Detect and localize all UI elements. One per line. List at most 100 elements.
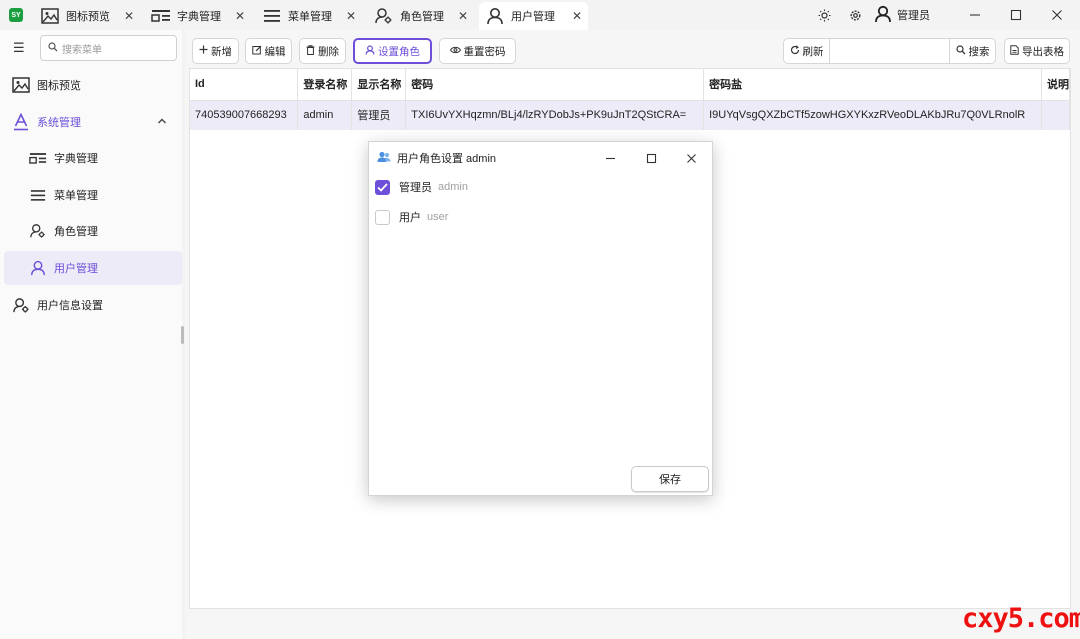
search-button-label: 搜索 (968, 45, 990, 58)
reset-password-button[interactable]: 重置密码 (439, 38, 516, 64)
tab-dictionary[interactable]: 字典管理 ✕ (145, 2, 251, 30)
sidebar-item-user-settings[interactable]: 用户信息设置 (0, 288, 182, 322)
delete-button-label: 删除 (318, 45, 339, 58)
close-icon[interactable]: ✕ (124, 9, 134, 23)
set-role-button[interactable]: 设置角色 (353, 38, 432, 64)
hamburger-icon[interactable]: ☰ (13, 40, 25, 56)
tab-label: 用户管理 (511, 11, 555, 23)
tab-label: 图标预览 (66, 11, 110, 23)
role-code: admin (438, 181, 468, 193)
close-icon[interactable]: ✕ (235, 9, 245, 23)
sidebar-resize-handle[interactable] (181, 326, 184, 344)
checkbox-unchecked[interactable] (375, 209, 390, 225)
user-icon (485, 7, 505, 25)
tab-icon-preview[interactable]: 图标预览 ✕ (34, 2, 140, 30)
image-icon (11, 76, 31, 94)
current-user[interactable]: 管理员 (874, 4, 930, 26)
menu-icon (28, 186, 48, 204)
dialog-close-button[interactable] (679, 148, 703, 168)
dialog-minimize-button[interactable] (598, 148, 622, 168)
sidebar-item-role[interactable]: 角色管理 (0, 214, 182, 248)
role-option-admin[interactable]: 管理员 admin (375, 179, 468, 195)
reset-password-button-label: 重置密码 (463, 45, 506, 58)
refresh-icon (790, 44, 800, 58)
tab-user[interactable]: 用户管理 ✕ (479, 2, 588, 30)
sidebar-item-label: 字典管理 (54, 153, 98, 165)
cell-id: 740539007668293 (190, 100, 299, 130)
sidebar-item-label: 系统管理 (37, 117, 81, 129)
tab-role[interactable]: 角色管理 ✕ (368, 2, 474, 30)
sidebar-item-dictionary[interactable]: 字典管理 (0, 141, 182, 175)
tab-menu[interactable]: 菜单管理 ✕ (256, 2, 362, 30)
sidebar-item-user[interactable]: 用户管理 (4, 251, 182, 285)
dialog-maximize-button[interactable] (639, 148, 663, 168)
plus-icon (199, 45, 208, 57)
export-icon (1010, 44, 1019, 58)
image-icon (40, 7, 60, 25)
search-input[interactable] (829, 38, 950, 64)
column-header-password[interactable]: 密码 (405, 69, 705, 101)
table-row[interactable]: 740539007668293 admin 管理员 TXI6UvYXHqzmn/… (190, 100, 1071, 130)
sidebar-item-menu[interactable]: 菜单管理 (0, 178, 182, 212)
sidebar-item-label: 图标预览 (37, 80, 81, 92)
table-header-row: Id 登录名称 显示名称 密码 密码盐 说明 (190, 69, 1071, 101)
column-header-login-name[interactable]: 登录名称 (297, 69, 353, 101)
role-option-user[interactable]: 用户 user (375, 209, 448, 225)
add-button-label: 新增 (211, 45, 232, 58)
window-close-button[interactable] (1042, 4, 1072, 26)
maximize-button[interactable] (1001, 4, 1031, 26)
user-avatar-icon (874, 5, 892, 26)
set-role-button-label: 设置角色 (378, 45, 420, 58)
user-icon (28, 259, 48, 277)
close-icon[interactable]: ✕ (458, 9, 468, 23)
save-button[interactable]: 保存 (631, 466, 709, 492)
gear-icon[interactable] (840, 4, 870, 26)
watermark: cxy5.com (962, 603, 1080, 634)
menu-icon (262, 7, 282, 25)
export-button[interactable]: 导出表格 (1004, 38, 1070, 64)
dialog-title-bar: 用户角色设置 admin (377, 150, 496, 166)
add-button[interactable]: 新增 (192, 38, 239, 64)
search-icon (955, 44, 966, 58)
column-header-display-name[interactable]: 显示名称 (351, 69, 407, 101)
close-icon[interactable]: ✕ (572, 9, 582, 23)
dictionary-icon (28, 149, 48, 167)
font-a-icon (11, 113, 31, 131)
title-bar: SY 图标预览 ✕ 字典管理 ✕ 菜单管理 ✕ 角色管理 ✕ 用户管理 ✕ 管理… (0, 0, 1080, 30)
sidebar-group-system[interactable]: 系统管理 (0, 105, 182, 139)
edit-icon (251, 45, 262, 58)
column-header-id[interactable]: Id (190, 69, 299, 101)
role-name: 用户 (399, 212, 421, 224)
tab-label: 角色管理 (400, 11, 444, 23)
user-name: 管理员 (897, 10, 930, 22)
minimize-button[interactable] (960, 4, 990, 26)
refresh-button[interactable]: 刷新 (783, 38, 830, 64)
search-button[interactable]: 搜索 (949, 38, 996, 64)
role-icon (28, 222, 48, 240)
dialog-title: 用户角色设置 admin (397, 153, 497, 165)
sidebar: ☰ 搜索菜单 图标预览 系统管理 字典管理 菜单管理 角色管理 用户管理 用户信… (0, 30, 182, 639)
cell-password: TXI6UvYXHqzmn/BLj4/lzRYDobJs+PK9uJnT2QSt… (405, 100, 705, 130)
role-code: user (427, 211, 449, 223)
cell-remark (1041, 100, 1071, 130)
sidebar-item-icon-preview[interactable]: 图标预览 (0, 68, 182, 102)
close-icon[interactable]: ✕ (346, 9, 356, 23)
user-role-dialog: 用户角色设置 admin 管理员 admin 用户 user 保存 (368, 141, 713, 496)
edit-button[interactable]: 编辑 (245, 38, 292, 64)
trash-icon (306, 44, 315, 58)
search-icon (48, 41, 58, 55)
role-name: 管理员 (399, 182, 432, 194)
menu-search-input[interactable]: 搜索菜单 (40, 35, 177, 61)
column-header-password-salt[interactable]: 密码盐 (703, 69, 1042, 101)
sidebar-item-label: 用户信息设置 (37, 300, 103, 312)
checkbox-checked[interactable] (375, 179, 390, 195)
delete-button[interactable]: 删除 (299, 38, 346, 64)
column-header-remark[interactable]: 说明 (1041, 69, 1071, 101)
sidebar-item-label: 用户管理 (54, 263, 98, 275)
dictionary-icon (151, 7, 171, 25)
users-icon (377, 151, 391, 166)
chevron-up-icon (157, 116, 167, 128)
cell-password-salt: I9UYqVsgQXZbCTf5zowHGXYKxzRVeoDLAKbJRu7Q… (703, 100, 1042, 130)
refresh-button-label: 刷新 (802, 45, 824, 58)
theme-sun-icon[interactable] (809, 4, 839, 26)
